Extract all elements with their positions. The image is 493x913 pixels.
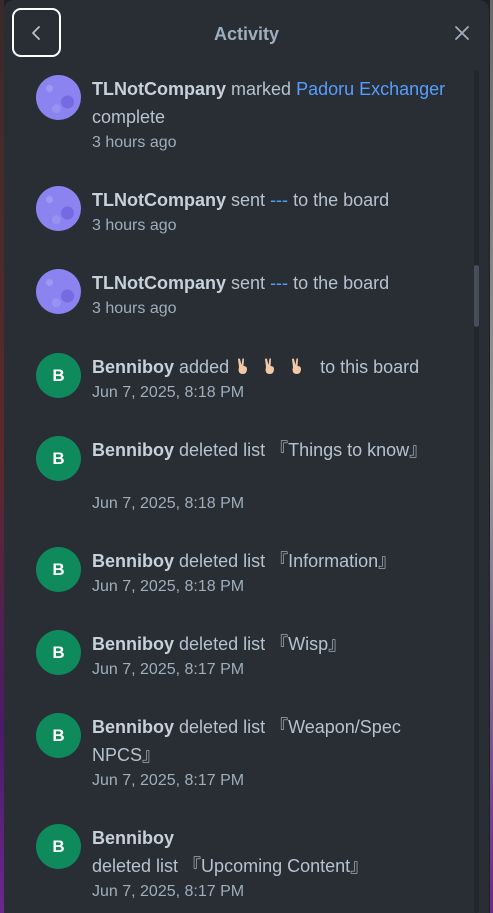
member-name[interactable]: Benniboy <box>92 634 174 654</box>
avatar[interactable] <box>36 75 81 120</box>
action-text: to the board <box>293 190 390 210</box>
action-text: to the board <box>293 273 390 293</box>
action-text: complete <box>92 107 166 127</box>
scrollbar-track[interactable] <box>474 70 479 913</box>
timestamp[interactable]: Jun 7, 2025, 8:17 PM <box>92 661 244 679</box>
victory-hand-emoji <box>238 358 248 374</box>
panel-title: Activity <box>213 24 280 44</box>
panel-header: Activity <box>4 0 489 70</box>
member-name[interactable]: TLNotCompany <box>92 273 226 293</box>
card-link[interactable]: Padoru Exchanger <box>296 79 445 99</box>
card-link[interactable]: --- <box>270 273 288 293</box>
timestamp[interactable]: Jun 7, 2025, 8:17 PM <box>92 883 244 901</box>
action-text: sent <box>231 190 266 210</box>
activity-text: Benniboy deleted list 『Things to know』 <box>92 436 452 464</box>
avatar[interactable]: B <box>36 547 81 592</box>
timestamp[interactable]: 3 hours ago <box>92 134 177 152</box>
timestamp[interactable]: 3 hours ago <box>92 217 177 235</box>
activity-text: Benniboy deleted list 『Wisp』 <box>92 630 452 658</box>
timestamp[interactable]: Jun 7, 2025, 8:17 PM <box>92 772 244 790</box>
member-name[interactable]: Benniboy <box>92 357 174 377</box>
action-text: marked <box>231 79 292 99</box>
action-text: deleted list 『Information』 <box>179 551 397 571</box>
activity-text: TLNotCompany sent --- to the board <box>92 186 452 214</box>
avatar[interactable] <box>36 269 81 314</box>
avatar[interactable]: B <box>36 713 81 758</box>
member-name[interactable]: Benniboy <box>92 828 174 848</box>
activity-text: TLNotCompany marked Padoru Exchanger com… <box>92 75 452 131</box>
member-name[interactable]: TLNotCompany <box>92 190 226 210</box>
activity-text: Benniboy deleted list 『Upcoming Content』 <box>92 824 452 880</box>
victory-hand-emoji <box>292 358 302 374</box>
activity-text: Benniboy deleted list 『Information』 <box>92 547 452 575</box>
action-text: deleted list 『Things to know』 <box>179 440 428 460</box>
activity-text: TLNotCompany sent --- to the board <box>92 269 452 297</box>
action-text: sent <box>231 273 266 293</box>
activity-text: Benniboy deleted list 『Weapon/Spec NPCS』 <box>92 713 452 769</box>
victory-hand-emoji <box>265 358 275 374</box>
action-text: deleted list 『Upcoming Content』 <box>92 856 369 876</box>
timestamp[interactable]: Jun 7, 2025, 8:18 PM <box>92 578 244 596</box>
avatar[interactable]: B <box>36 824 81 869</box>
avatar[interactable]: B <box>36 436 81 481</box>
member-name[interactable]: Benniboy <box>92 440 174 460</box>
activity-text: Benniboy added to this board <box>92 353 452 381</box>
member-name[interactable]: Benniboy <box>92 717 174 737</box>
member-name[interactable]: Benniboy <box>92 551 174 571</box>
timestamp[interactable]: Jun 7, 2025, 8:18 PM <box>92 384 244 402</box>
scrollbar-thumb[interactable] <box>474 265 479 327</box>
action-text: added <box>179 357 230 377</box>
avatar[interactable]: B <box>36 353 81 398</box>
action-text: to this board <box>320 357 420 377</box>
activity-panel: Activity TLNotCompany marked Padoru Exch… <box>4 0 489 913</box>
avatar[interactable]: B <box>36 630 81 675</box>
member-name[interactable]: TLNotCompany <box>92 79 226 99</box>
action-text: deleted list 『Wisp』 <box>179 634 347 654</box>
avatar[interactable] <box>36 186 81 231</box>
card-link[interactable]: --- <box>270 190 288 210</box>
timestamp[interactable]: 3 hours ago <box>92 300 177 318</box>
close-icon[interactable] <box>453 24 471 42</box>
timestamp[interactable]: Jun 7, 2025, 8:18 PM <box>92 495 244 513</box>
